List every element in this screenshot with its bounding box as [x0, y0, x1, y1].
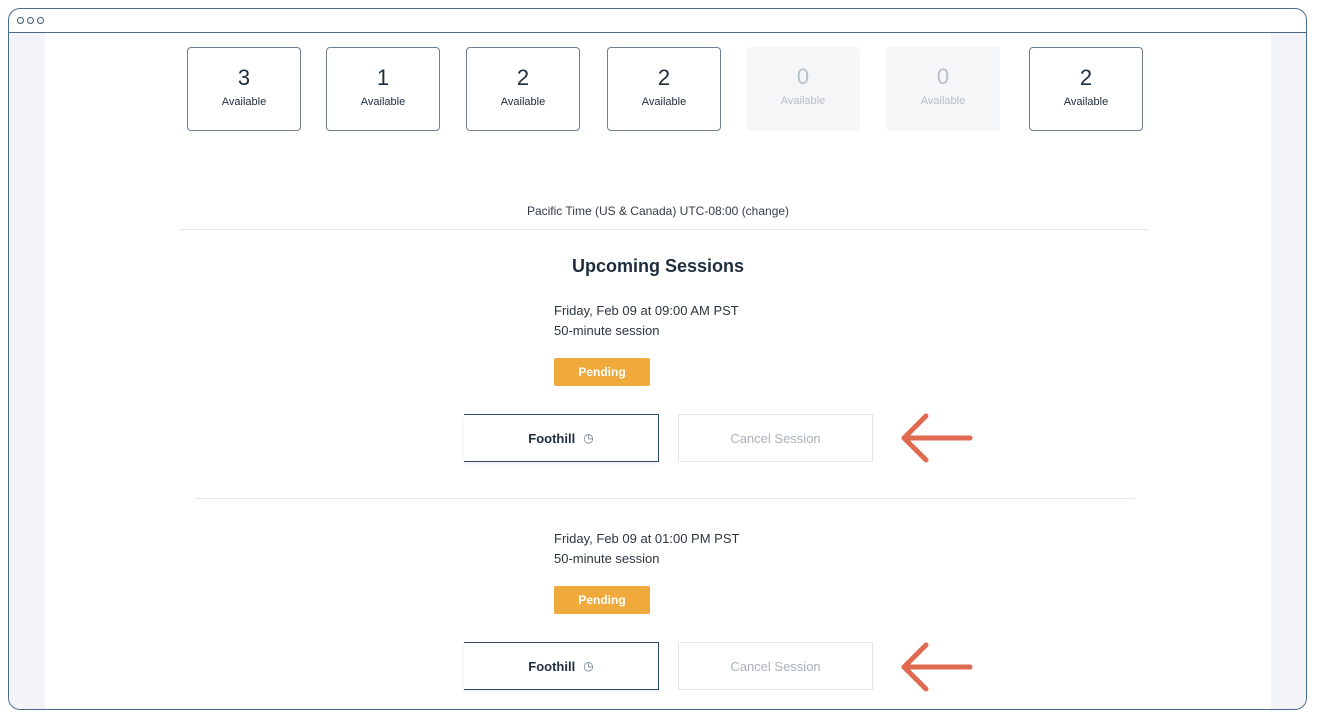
- availability-label: Available: [360, 96, 406, 108]
- availability-label: Available: [221, 96, 267, 108]
- upcoming-sessions-title: Upcoming Sessions: [571, 256, 745, 276]
- session-date: Friday, Feb 09 at 01:00 PM PST: [554, 531, 740, 546]
- availability-count: 2: [657, 65, 671, 90]
- availability-count: 0: [796, 64, 810, 89]
- availability-count: 3: [237, 65, 251, 90]
- availability-card[interactable]: 2 Available: [466, 47, 580, 131]
- window-dot-icon[interactable]: [37, 17, 44, 24]
- session-length: 50-minute session: [554, 323, 660, 338]
- status-badge: Pending: [554, 586, 650, 614]
- availability-card[interactable]: 2 Available: [1029, 47, 1143, 131]
- clock-icon: ◷: [583, 659, 594, 673]
- session-length: 50-minute session: [554, 551, 660, 566]
- cancel-session-button[interactable]: Cancel Session: [678, 642, 873, 690]
- availability-label: Available: [500, 96, 546, 108]
- window-titlebar: [9, 9, 1306, 33]
- availability-label: Available: [641, 96, 687, 108]
- availability-card[interactable]: 1 Available: [326, 47, 440, 131]
- clock-icon: ◷: [583, 431, 594, 445]
- status-badge: Pending: [554, 358, 650, 386]
- availability-card-disabled: 0 Available: [886, 47, 1000, 131]
- window-dot-icon[interactable]: [17, 17, 24, 24]
- timezone-text: Pacific Time (US & Canada) UTC-08:00: [526, 204, 739, 218]
- arrow-left-icon: [901, 642, 973, 692]
- cancel-session-button[interactable]: Cancel Session: [678, 414, 873, 462]
- page-viewport: 3 Available 1 Available 2 Available 2 Av…: [9, 33, 1306, 709]
- timezone-line: Pacific Time (US & Canada) UTC-08:00 (ch…: [45, 204, 1271, 218]
- availability-count: 0: [936, 64, 950, 89]
- window-dot-icon[interactable]: [27, 17, 34, 24]
- browser-window: 3 Available 1 Available 2 Available 2 Av…: [8, 8, 1307, 710]
- availability-count: 1: [376, 65, 390, 90]
- availability-card-disabled: 0 Available: [746, 47, 860, 131]
- college-button[interactable]: Foothill ◷: [464, 642, 659, 690]
- availability-count: 2: [516, 65, 530, 90]
- college-button-label: Foothill: [528, 658, 576, 674]
- college-button-label: Foothill: [528, 430, 576, 446]
- availability-label: Available: [920, 95, 966, 107]
- session-divider: [195, 498, 1135, 499]
- arrow-left-icon: [901, 413, 973, 463]
- availability-card[interactable]: 3 Available: [187, 47, 301, 131]
- availability-label: Available: [1063, 96, 1109, 108]
- college-button[interactable]: Foothill ◷: [464, 414, 659, 462]
- session-date: Friday, Feb 09 at 09:00 AM PST: [554, 303, 739, 318]
- availability-count: 2: [1079, 65, 1093, 90]
- timezone-change-link[interactable]: (change): [742, 204, 789, 218]
- page-content: 3 Available 1 Available 2 Available 2 Av…: [45, 33, 1271, 709]
- availability-label: Available: [780, 95, 826, 107]
- availability-card[interactable]: 2 Available: [607, 47, 721, 131]
- section-divider: [180, 229, 1148, 230]
